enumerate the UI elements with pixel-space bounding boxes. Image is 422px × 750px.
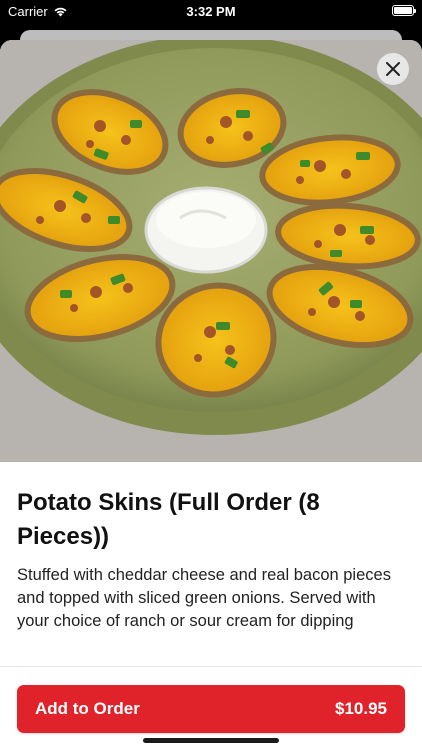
product-sheet: Potato Skins (Full Order (8 Pieces)) Stu…	[0, 40, 422, 750]
divider	[0, 666, 422, 667]
add-to-order-label: Add to Order	[35, 699, 140, 718]
add-to-order-button[interactable]: Add to Order $10.95	[17, 685, 405, 733]
status-bar: Carrier 3:32 PM	[0, 0, 422, 22]
product-title: Potato Skins (Full Order (8 Pieces))	[17, 489, 320, 550]
home-indicator	[143, 738, 279, 743]
close-button[interactable]	[377, 53, 409, 85]
product-description: Stuffed with cheddar cheese and real bac…	[17, 566, 391, 630]
product-details: Potato Skins (Full Order (8 Pieces)) Stu…	[17, 486, 405, 633]
status-time: 3:32 PM	[186, 4, 236, 19]
close-icon	[386, 62, 400, 76]
battery-icon	[392, 5, 416, 16]
product-photo-illustration	[0, 40, 422, 462]
product-image	[0, 40, 422, 462]
order-price: $10.95	[335, 699, 387, 718]
